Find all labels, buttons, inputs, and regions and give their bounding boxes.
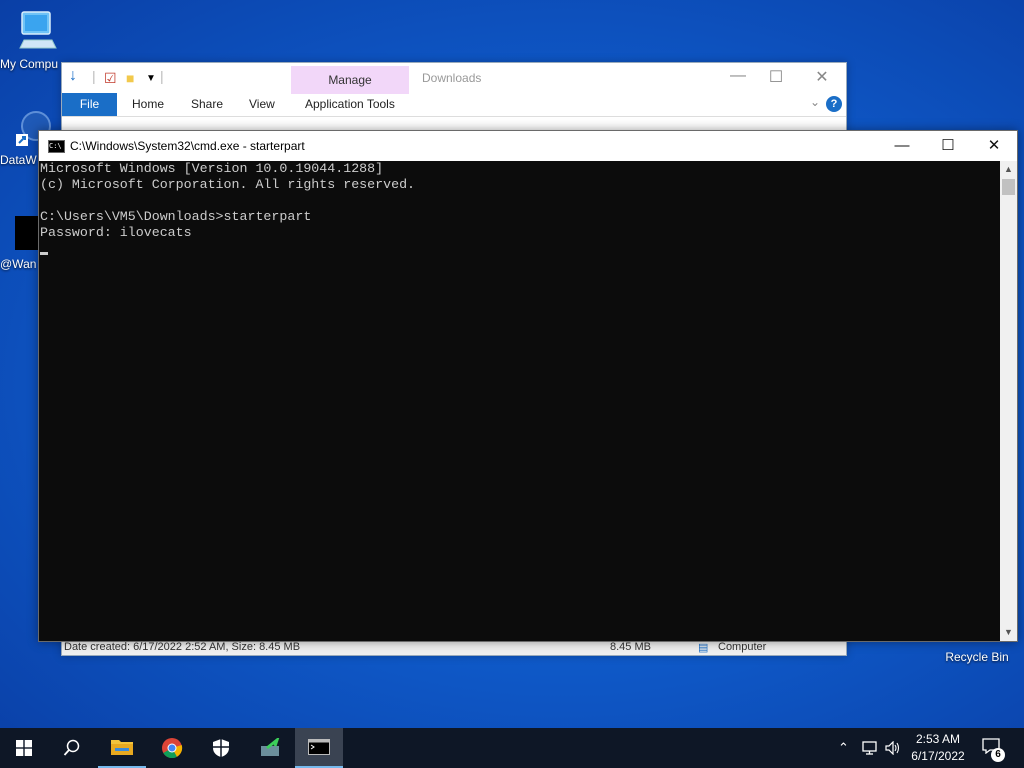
console-line: (c) Microsoft Corporation. All rights re…: [40, 177, 416, 192]
network-icon: [862, 741, 877, 755]
cmd-icon: [308, 739, 330, 755]
minimize-button[interactable]: —: [879, 131, 925, 161]
taskbar-cmd[interactable]: [295, 728, 343, 768]
maximize-button[interactable]: ☐: [756, 67, 796, 87]
console-line: Microsoft Windows [Version 10.0.19044.12…: [40, 161, 384, 176]
volume-button[interactable]: [885, 728, 901, 768]
status-size: 8.45 MB: [610, 641, 651, 653]
chevron-down-icon[interactable]: ▼: [146, 73, 156, 84]
scroll-down-icon[interactable]: ▼: [1000, 624, 1017, 641]
show-hidden-icons-button[interactable]: ⌃: [838, 728, 849, 768]
console-line: [40, 241, 1000, 257]
window-title: C:\Windows\System32\cmd.exe - starterpar…: [70, 139, 305, 153]
windows-icon: [16, 740, 32, 756]
down-arrow-icon[interactable]: ↓: [69, 67, 77, 85]
scroll-up-icon[interactable]: ▲: [1000, 161, 1017, 178]
search-button[interactable]: [48, 728, 96, 768]
chevron-down-icon[interactable]: ⌄: [810, 95, 820, 109]
computer-icon: [19, 11, 57, 49]
clock[interactable]: 2:53 AM 6/17/2022: [900, 731, 976, 765]
tab-manage[interactable]: Manage: [291, 66, 409, 94]
close-button[interactable]: ✕: [971, 131, 1017, 161]
divider: |: [160, 68, 164, 84]
console-line: Password: ilovecats: [40, 225, 192, 240]
scroll-thumb[interactable]: [1002, 179, 1015, 195]
clock-date: 6/17/2022: [911, 749, 965, 763]
tab-share[interactable]: Share: [191, 93, 223, 116]
tab-application-tools[interactable]: Application Tools: [305, 93, 395, 116]
status-location: Computer: [718, 641, 767, 653]
taskbar-file-explorer[interactable]: [98, 728, 146, 768]
close-button[interactable]: ✕: [802, 67, 842, 87]
search-icon: [63, 739, 80, 756]
taskbar-app[interactable]: [246, 728, 294, 768]
divider: |: [92, 68, 96, 84]
console-output[interactable]: Microsoft Windows [Version 10.0.19044.12…: [39, 161, 1000, 641]
text-cursor: [40, 252, 48, 255]
taskbar: ⌃ 2:53 AM 6/17/2022 6: [0, 728, 1024, 768]
cmd-title-bar[interactable]: C:\ C:\Windows\System32\cmd.exe - starte…: [39, 131, 1017, 161]
speaker-icon: [885, 741, 900, 755]
desktop-icon-label: Recycle Bin: [945, 650, 1009, 664]
taskbar-chrome[interactable]: [148, 728, 196, 768]
tab-home[interactable]: Home: [132, 93, 164, 116]
folder-icon[interactable]: ■: [126, 70, 134, 86]
tab-view[interactable]: View: [249, 93, 275, 116]
notification-badge: 6: [991, 748, 1005, 762]
minimize-button[interactable]: —: [718, 67, 758, 85]
cmd-window[interactable]: C:\ C:\Windows\System32\cmd.exe - starte…: [38, 130, 1018, 642]
taskbar-security[interactable]: [197, 728, 245, 768]
console-line: C:\Users\VM5\Downloads>starterpart: [40, 209, 312, 224]
tab-file[interactable]: File: [62, 93, 117, 116]
cmd-icon: C:\: [48, 140, 65, 153]
clock-time: 2:53 AM: [915, 732, 961, 746]
computer-icon: ▤: [698, 642, 709, 654]
shield-icon: [213, 739, 229, 757]
chevron-up-icon: ⌃: [838, 740, 849, 755]
network-button[interactable]: [862, 728, 880, 768]
folder-icon: [111, 740, 133, 755]
status-text: Date created: 6/17/2022 2:52 AM, Size: 8…: [64, 641, 301, 653]
vertical-scrollbar[interactable]: ▲ ▼: [1000, 161, 1017, 641]
start-button[interactable]: [0, 728, 48, 768]
chrome-icon: [162, 738, 183, 759]
status-bar: Date created: 6/17/2022 2:52 AM, Size: 8…: [62, 641, 846, 655]
window-title: Downloads: [422, 71, 482, 85]
help-icon[interactable]: ?: [826, 96, 842, 112]
install-icon: [261, 738, 280, 756]
ribbon-tabs: File Home Share View Application Tools ⌄…: [62, 93, 846, 117]
maximize-button[interactable]: ☐: [925, 131, 971, 161]
properties-icon[interactable]: ☑: [104, 70, 117, 87]
